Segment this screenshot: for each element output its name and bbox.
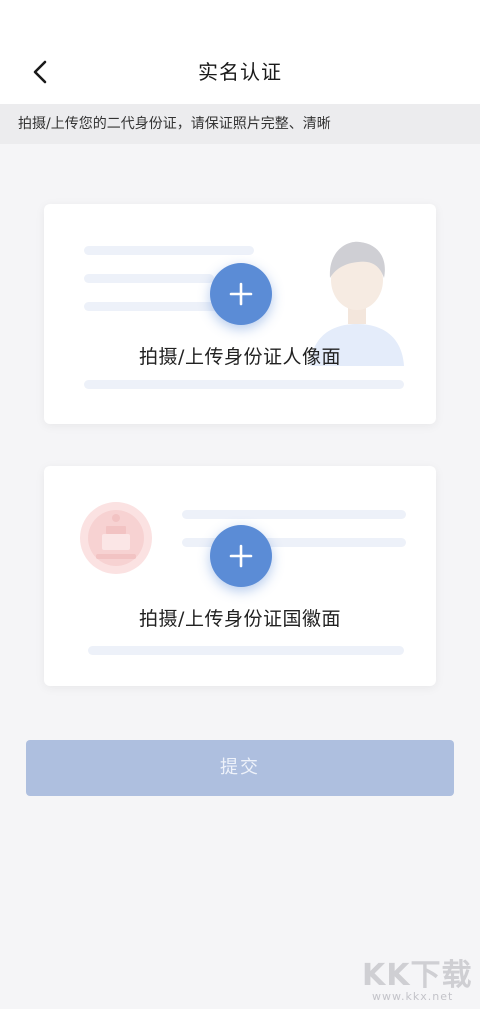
national-emblem-icon: [80, 502, 152, 574]
placeholder-line: [84, 380, 404, 389]
front-upload-label: 拍摄/上传身份证人像面: [139, 346, 341, 368]
placeholder-line: [84, 246, 254, 255]
notice-banner: 拍摄/上传您的二代身份证，请保证照片完整、清晰: [0, 104, 480, 144]
plus-icon: [229, 282, 253, 306]
submit-button[interactable]: 提交: [26, 740, 454, 796]
page-title: 实名认证: [198, 60, 282, 84]
placeholder-line: [88, 646, 404, 655]
page: 实名认证 拍摄/上传您的二代身份证，请保证照片完整、清晰 拍摄/上传身份证人像面: [0, 0, 480, 1009]
plus-icon: [229, 544, 253, 568]
placeholder-line: [182, 510, 406, 519]
add-front-photo-button[interactable]: [210, 263, 272, 325]
watermark-url: www.kkx.net: [372, 990, 454, 1003]
watermark-logo: KK下载: [362, 958, 473, 993]
back-upload-label: 拍摄/上传身份证国徽面: [139, 608, 341, 630]
id-back-upload-card[interactable]: 拍摄/上传身份证国徽面: [44, 466, 436, 686]
nav-bar: 实名认证: [0, 0, 480, 104]
id-front-upload-card[interactable]: 拍摄/上传身份证人像面: [44, 204, 436, 424]
add-back-photo-button[interactable]: [210, 525, 272, 587]
placeholder-line: [84, 274, 214, 283]
